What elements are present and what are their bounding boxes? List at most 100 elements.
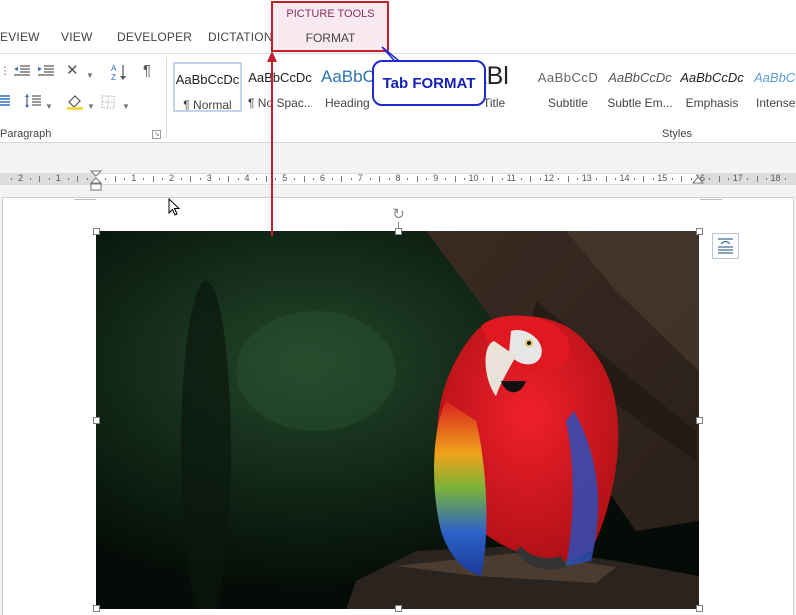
- ruler-tick: [464, 178, 466, 180]
- ruler-number: 6: [319, 173, 325, 183]
- ruler-tick: [256, 178, 258, 180]
- ruler-tick: [199, 178, 201, 180]
- ruler-tick: [747, 178, 749, 180]
- ruler-tick: [671, 178, 673, 180]
- ruler-tick: [445, 178, 447, 180]
- resize-handle-bottom[interactable]: [395, 605, 402, 612]
- ruler-tick: [454, 176, 456, 182]
- ruler-tick: [492, 176, 494, 182]
- ruler-number: 18: [770, 173, 781, 183]
- picture[interactable]: [96, 231, 699, 609]
- ruler-tick: [605, 176, 607, 182]
- style-subtle-emphasis[interactable]: AaBbCcDc Subtle Em...: [606, 62, 674, 112]
- tab-dictation[interactable]: DICTATION: [208, 30, 273, 44]
- paragraph-edge-icon: ⋮: [0, 66, 10, 77]
- resize-handle-top-left[interactable]: [93, 228, 100, 235]
- chevron-down-icon[interactable]: ▼: [87, 99, 95, 115]
- ruler-tick: [558, 178, 560, 180]
- tab-developer[interactable]: DEVELOPER: [117, 30, 192, 44]
- pilcrow-icon[interactable]: ¶: [143, 63, 151, 79]
- tab-view[interactable]: VIEW: [61, 30, 92, 44]
- resize-handle-right[interactable]: [696, 417, 703, 424]
- horizontal-ruler[interactable]: 2 1 1 2 3 4 5 6 7 8 9 10 11 12 13 14 15 16 17 18: [0, 170, 796, 191]
- ruler-tick: [615, 178, 617, 180]
- style-emphasis[interactable]: AaBbCcDc Emphasis: [679, 62, 745, 112]
- ruler-tick: [11, 178, 13, 180]
- style-name: Intense: [756, 96, 796, 110]
- ruler-tick: [520, 178, 522, 180]
- chevron-down-icon[interactable]: ▼: [86, 68, 94, 84]
- style-name: Subtitle: [547, 96, 589, 110]
- ruler-tick: [39, 176, 41, 182]
- ruler-tick: [265, 176, 267, 182]
- ruler-tick: [539, 178, 541, 180]
- ruler-tick: [596, 178, 598, 180]
- decrease-indent-icon[interactable]: [13, 64, 31, 81]
- ruler-number: 1: [55, 173, 61, 183]
- style-preview: AaBbCcDc: [175, 72, 240, 87]
- ruler-tick: [143, 178, 145, 180]
- line-spacing-icon[interactable]: [24, 94, 42, 111]
- style-preview: AaBbCcDc: [608, 70, 672, 85]
- style-subtitle[interactable]: AaBbCcD Subtitle: [535, 62, 601, 112]
- ruler-tick: [482, 178, 484, 180]
- style-normal[interactable]: AaBbCcDc ¶ Normal: [173, 62, 242, 112]
- layout-options-button[interactable]: [712, 233, 739, 259]
- ruler-number: 13: [581, 173, 592, 183]
- ruler-tick: [766, 178, 768, 180]
- chevron-down-icon[interactable]: ▼: [45, 99, 53, 115]
- ruler-tick: [218, 178, 220, 180]
- ruler-tick: [341, 176, 343, 182]
- callout-label: Tab FORMAT: [382, 75, 476, 92]
- sort-icon[interactable]: AZ: [111, 63, 127, 84]
- ruler-number: 11: [506, 173, 516, 183]
- tab-review[interactable]: EVIEW: [0, 30, 40, 44]
- ruler-area: 2 1 1 2 3 4 5 6 7 8 9 10 11 12 13 14 15 16 17 18: [0, 143, 796, 194]
- ruler-tick: [784, 178, 786, 180]
- ruler-tick: [501, 178, 503, 180]
- ruler-tick: [331, 178, 333, 180]
- parrot-photo: [96, 231, 699, 609]
- ruler-tick: [275, 178, 277, 180]
- shading-icon[interactable]: [66, 94, 84, 113]
- svg-text:Z: Z: [111, 73, 116, 81]
- layout-options-icon: [718, 238, 733, 254]
- ruler-tick: [718, 176, 720, 182]
- style-intense[interactable]: AaBbCcDc Intense: [751, 62, 796, 112]
- ruler-number: 7: [357, 173, 363, 183]
- ruler-number: 15: [657, 173, 668, 183]
- right-indent-marker-icon[interactable]: [692, 175, 704, 185]
- resize-handle-top[interactable]: [395, 228, 402, 235]
- ruler-tick: [162, 178, 164, 180]
- resize-handle-top-right[interactable]: [696, 228, 703, 235]
- borders-icon[interactable]: [101, 95, 115, 112]
- ruler-tick: [681, 176, 683, 182]
- ruler-number: 17: [732, 173, 743, 183]
- ruler-tick: [152, 176, 154, 182]
- resize-handle-left[interactable]: [93, 417, 100, 424]
- indent-marker-icon[interactable]: [90, 170, 102, 192]
- rotate-handle-icon[interactable]: ↻: [391, 207, 406, 222]
- style-name: ¶ No Spac...: [248, 96, 312, 110]
- ruler-tick: [426, 178, 428, 180]
- style-heading[interactable]: AaBbC Heading: [318, 62, 376, 112]
- text-direction-icon[interactable]: ✕: [66, 63, 79, 79]
- ruler-tick: [350, 178, 352, 180]
- styles-group-label: Styles: [662, 128, 692, 140]
- style-preview: AaBbCcD: [537, 70, 599, 85]
- ruler-number: 3: [206, 173, 212, 183]
- ruler-tick: [369, 178, 371, 180]
- style-no-spacing[interactable]: AaBbCcDc ¶ No Spac...: [248, 62, 312, 112]
- ruler-tick: [709, 178, 711, 180]
- increase-indent-icon[interactable]: [37, 64, 55, 81]
- dialog-launcher-icon[interactable]: ↘: [152, 130, 161, 139]
- chevron-down-icon[interactable]: ▼: [122, 99, 130, 115]
- ruler-tick: [728, 178, 730, 180]
- ruler-tick: [577, 178, 579, 180]
- resize-handle-bottom-left[interactable]: [93, 605, 100, 612]
- resize-handle-bottom-right[interactable]: [696, 605, 703, 612]
- ruler-tick: [379, 176, 381, 182]
- paragraph-group-label: Paragraph: [0, 128, 52, 140]
- justify-icon[interactable]: [0, 94, 10, 111]
- ruler-tick: [643, 176, 645, 182]
